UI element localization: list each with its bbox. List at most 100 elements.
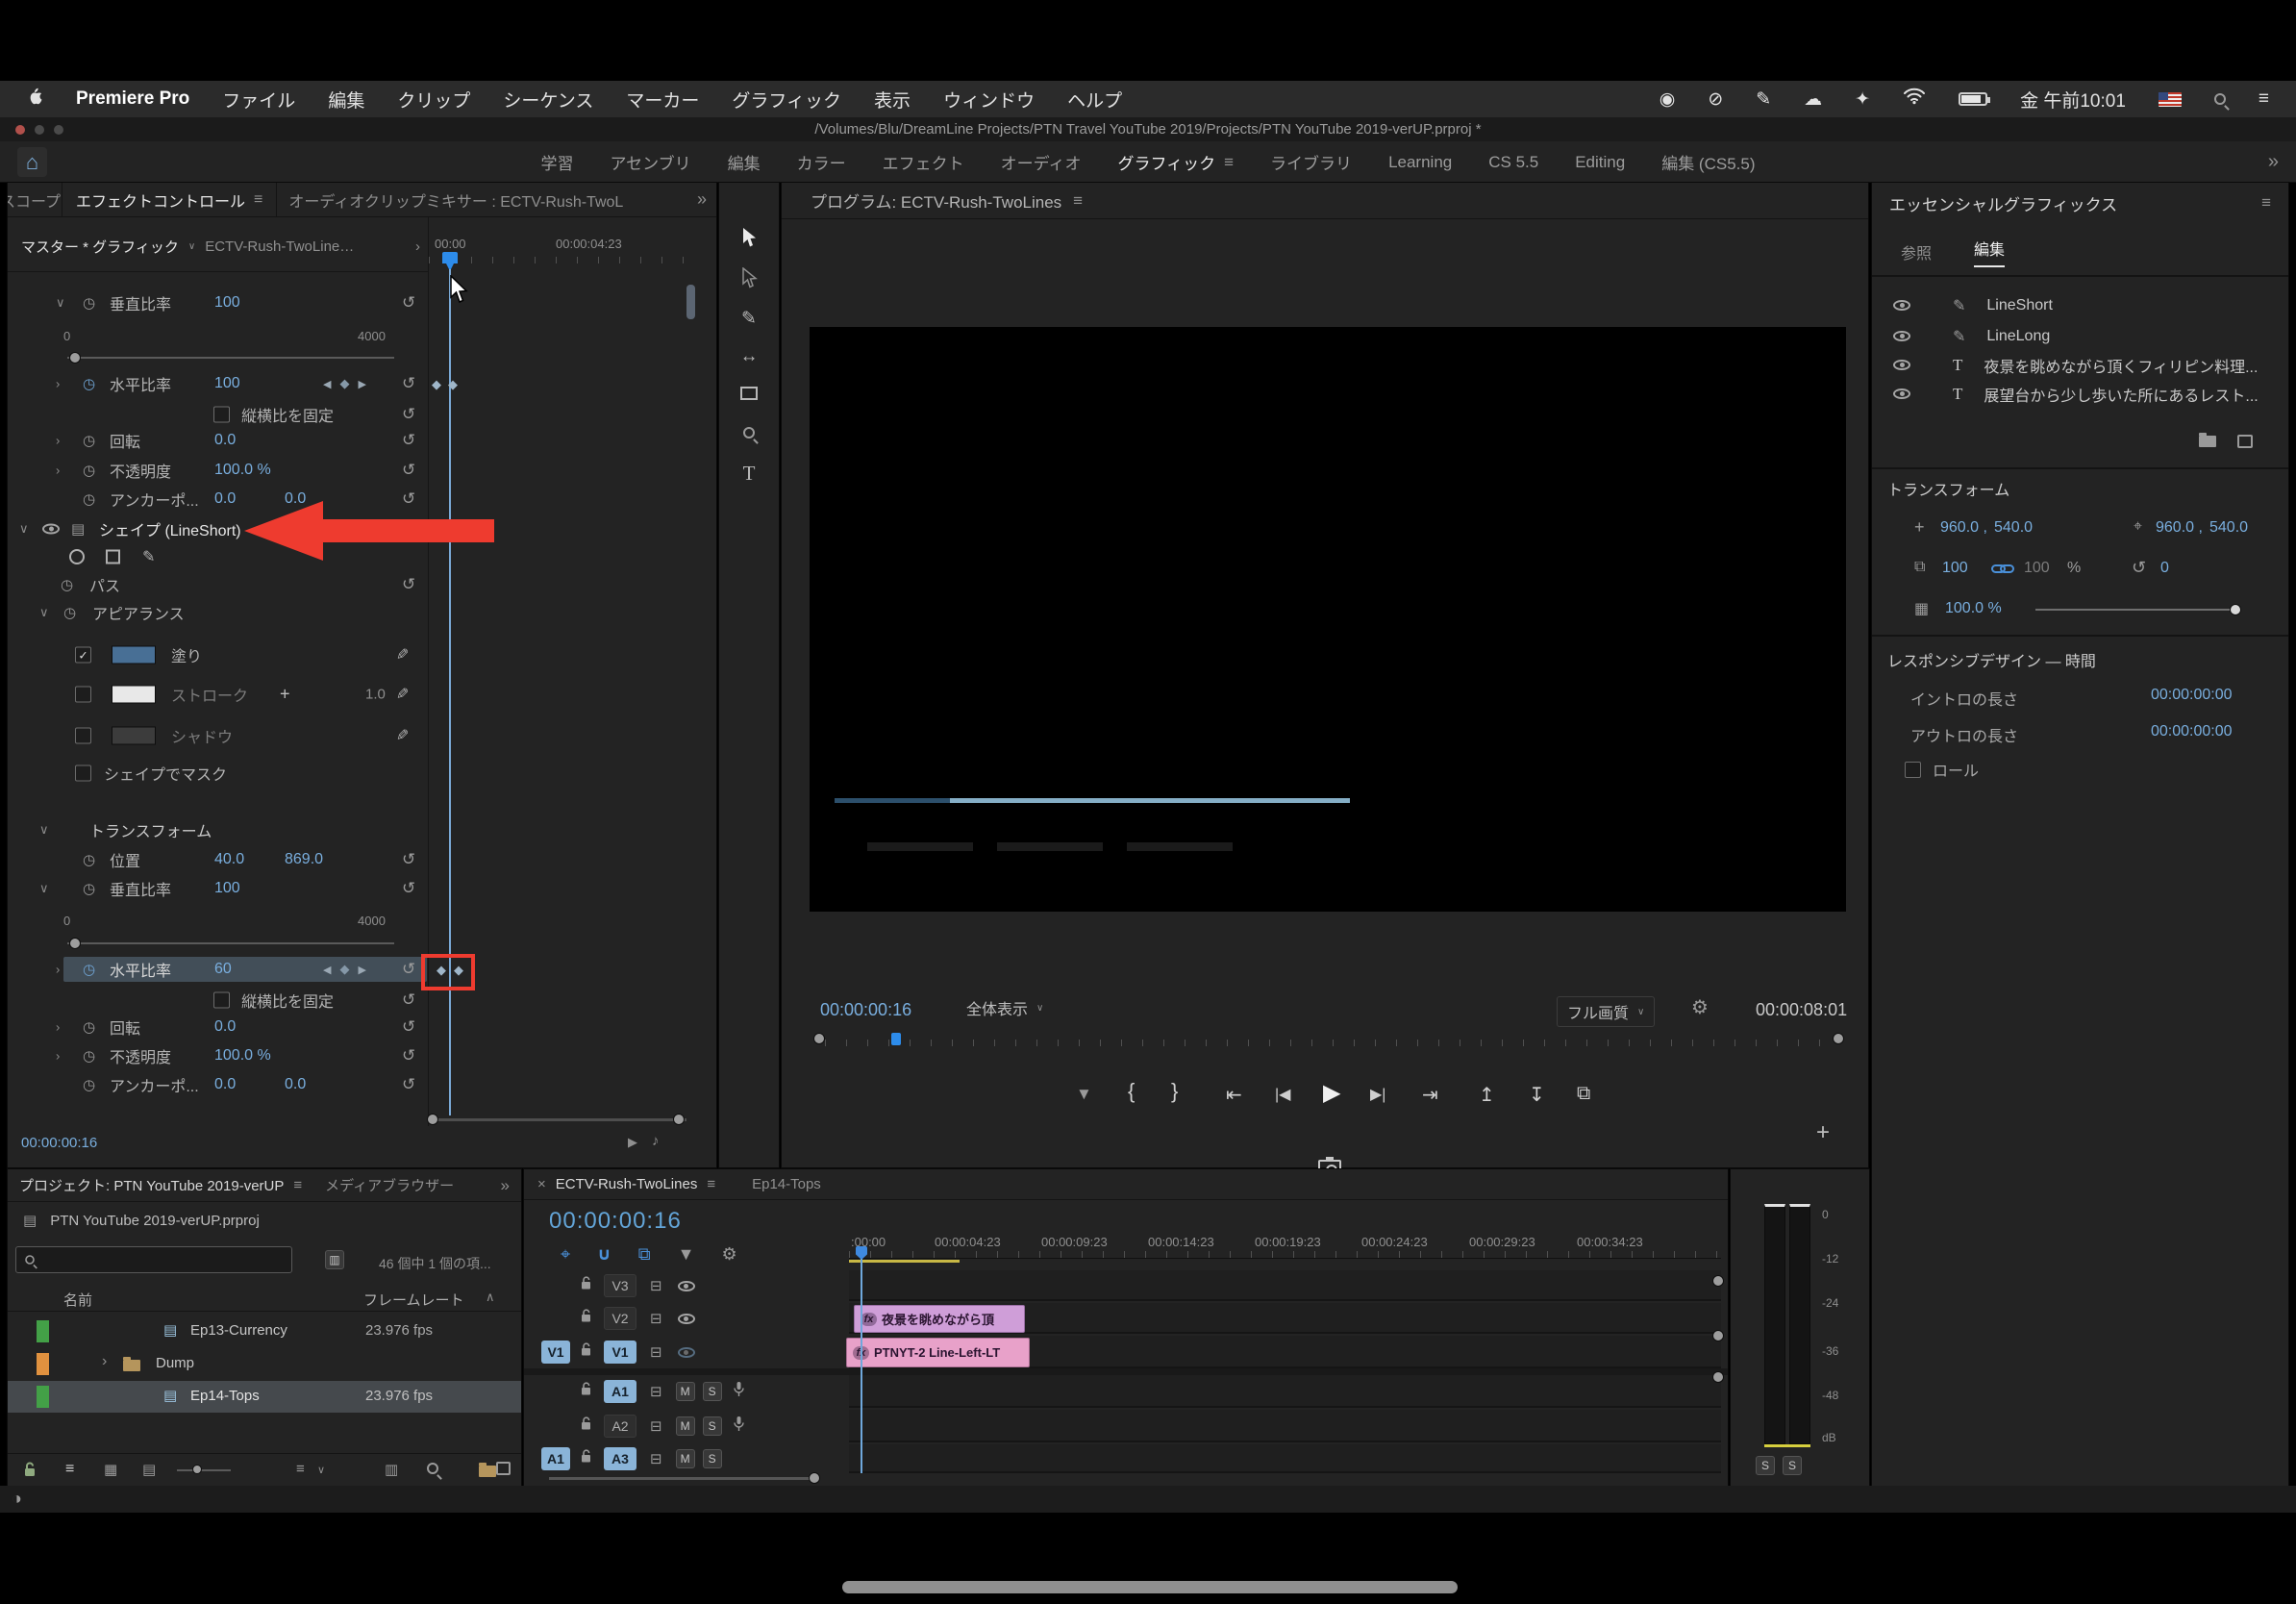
stopwatch-icon[interactable]: ◷ — [83, 880, 95, 897]
workspace-tab-learning-en[interactable]: Learning — [1388, 153, 1452, 172]
scale-slider-handle[interactable] — [69, 352, 81, 363]
twirl-icon[interactable]: › — [56, 963, 60, 977]
visibility-eye-icon[interactable] — [1893, 300, 1910, 311]
reset-icon[interactable]: ↺ — [402, 405, 415, 424]
direct-selection-tool[interactable] — [740, 267, 758, 294]
selection-tool[interactable] — [740, 227, 758, 254]
reset-icon[interactable]: ↺ — [402, 1075, 415, 1094]
track-row-a3[interactable]: A1 A3 ⊟ M S — [524, 1444, 1728, 1473]
pen-tool[interactable]: ✎ — [741, 308, 757, 330]
column-header-name[interactable]: 名前 — [63, 1290, 92, 1310]
track-badge-v3[interactable]: V3 — [604, 1274, 636, 1297]
link-scale-icon[interactable] — [1991, 563, 2014, 580]
project-search-input[interactable] — [15, 1246, 292, 1273]
voiceover-mic-icon[interactable] — [734, 1382, 744, 1402]
workspace-tab-libraries[interactable]: ライブラリ — [1270, 150, 1352, 174]
menu-file[interactable]: ファイル — [222, 87, 295, 113]
linked-selection-icon[interactable]: ⧉ — [638, 1244, 651, 1265]
scale-slider[interactable] — [67, 942, 394, 944]
track-settings-icon[interactable]: ⊟ — [650, 1277, 662, 1294]
project-file-name[interactable]: PTN YouTube 2019-verUP.prproj — [50, 1213, 260, 1229]
outro-length-value[interactable]: 00:00:00:00 — [2151, 723, 2233, 740]
reset-icon[interactable]: ↺ — [402, 1046, 415, 1065]
reset-icon[interactable]: ↺ — [402, 293, 415, 313]
stopwatch-icon[interactable]: ◷ — [83, 961, 95, 978]
track-row-v2[interactable]: V2 ⊟ — [524, 1303, 1728, 1334]
timeline-clip-v2[interactable]: fx 夜景を眺めながら頂 — [854, 1305, 1025, 1333]
twirl-icon[interactable]: ∨ — [39, 881, 49, 896]
source-patch-v1[interactable]: V1 — [541, 1341, 570, 1364]
track-lock-icon[interactable] — [580, 1309, 592, 1329]
twirl-icon[interactable]: › — [56, 464, 60, 478]
rectangle-tool[interactable] — [740, 385, 758, 406]
stopwatch-icon[interactable]: ◷ — [83, 1018, 95, 1036]
timeline-vscroll-handle[interactable] — [1712, 1371, 1724, 1383]
reset-icon[interactable]: ↺ — [402, 850, 415, 869]
panel-menu-icon[interactable]: ≡ — [1073, 191, 1083, 211]
creative-cloud-icon[interactable]: ☁ — [1804, 88, 1822, 111]
audio-note-icon[interactable]: ♪ — [652, 1133, 660, 1149]
tab-scopes-partial[interactable]: スコープ — [8, 188, 62, 212]
track-badge-a3[interactable]: A3 — [604, 1447, 636, 1470]
timeline-vscroll-handle[interactable] — [1712, 1275, 1724, 1287]
tab-edit[interactable]: 編集 — [1974, 237, 2005, 267]
rotation-value[interactable]: 0.0 — [214, 432, 236, 449]
add-marker-icon[interactable]: ▼ — [678, 1244, 695, 1265]
add-button[interactable]: + — [1816, 1119, 1830, 1146]
workspace-tab-editing-en[interactable]: Editing — [1575, 153, 1625, 172]
step-back-button[interactable]: |◀ — [1275, 1085, 1290, 1104]
group-row-transform[interactable]: ∨ トランスフォーム — [8, 816, 428, 843]
anchor-x-value[interactable]: 0.0 — [214, 1076, 236, 1093]
screen-record-icon[interactable]: ◉ — [1660, 88, 1676, 111]
workspace-tab-edit-cs55[interactable]: 編集 (CS5.5) — [1661, 150, 1755, 174]
keyframe-icon[interactable]: ◆ — [448, 377, 458, 392]
tab-sequence-2[interactable]: Ep14-Tops — [752, 1176, 821, 1192]
add-keyframe-icon[interactable]: ◆ — [339, 962, 349, 977]
stroke-color-swatch[interactable] — [112, 686, 156, 704]
sync-status-icon[interactable]: ◑ — [12, 1489, 22, 1509]
track-settings-icon[interactable]: ⊟ — [650, 1343, 662, 1361]
add-marker-button[interactable]: ▼ — [1076, 1085, 1092, 1104]
horizontal-scale-value[interactable]: 60 — [214, 961, 232, 978]
ec-vertical-scrollbar[interactable] — [686, 285, 695, 319]
freeform-view-icon[interactable]: ▤ — [142, 1461, 156, 1478]
fill-color-swatch[interactable] — [112, 646, 156, 664]
roll-checkbox[interactable] — [1905, 762, 1921, 778]
timeline-timecode[interactable]: 00:00:00:16 — [549, 1208, 682, 1235]
keyframe-icon[interactable]: ◆ — [432, 377, 441, 392]
reset-icon[interactable]: ↺ — [402, 461, 415, 480]
program-scrub-bar[interactable] — [825, 1033, 1834, 1046]
panel-menu-icon[interactable]: ≡ — [254, 191, 262, 209]
play-button[interactable]: ▶ — [1323, 1079, 1340, 1107]
label-color-swatch[interactable] — [37, 1320, 49, 1342]
timeline-vscroll-handle[interactable] — [1712, 1330, 1724, 1341]
position-x-value[interactable]: 40.0 — [214, 851, 244, 868]
track-output-eye-icon[interactable] — [678, 1281, 695, 1291]
new-bin-icon[interactable] — [479, 1466, 496, 1477]
layer-row-text-2[interactable]: T 展望台から少し歩いた所にあるレスト... — [1872, 379, 2288, 409]
track-badge-v1[interactable]: V1 — [604, 1341, 636, 1364]
snap-in-timeline-icon[interactable]: ⌖ — [561, 1244, 570, 1265]
timeline-hscroll-handle[interactable] — [809, 1472, 820, 1484]
ellipse-tool-icon[interactable] — [69, 549, 85, 564]
scrub-handle-left[interactable] — [813, 1033, 825, 1044]
reset-icon[interactable]: ↺ — [402, 879, 415, 898]
reset-icon[interactable]: ↺ — [402, 374, 415, 393]
ec-zoom-handle-right[interactable] — [673, 1114, 685, 1125]
voiceover-mic-icon[interactable] — [734, 1416, 744, 1437]
reset-icon[interactable]: ↺ — [402, 990, 415, 1010]
new-folder-icon[interactable] — [2199, 436, 2216, 447]
scale-slider-handle[interactable] — [69, 938, 81, 949]
extract-button[interactable]: ↧ — [1529, 1083, 1545, 1107]
find-icon[interactable] — [427, 1463, 438, 1474]
project-row-ep13[interactable]: ▤ Ep13-Currency 23.976 fps — [8, 1316, 521, 1347]
stopwatch-icon[interactable]: ◷ — [83, 490, 95, 508]
workspace-tab-assembly[interactable]: アセンブリ — [611, 150, 691, 174]
track-output-eye-icon[interactable] — [678, 1347, 695, 1358]
rotation-value[interactable]: 0 — [2160, 560, 2169, 577]
timeline-clip-v1[interactable]: fx PTNYT-2 Line-Left-LT — [846, 1338, 1030, 1367]
new-item-icon[interactable] — [496, 1462, 511, 1475]
track-settings-icon[interactable]: ⊟ — [650, 1310, 662, 1327]
scrub-handle-right[interactable] — [1833, 1033, 1844, 1044]
control-center-icon[interactable]: ≡ — [2259, 88, 2269, 110]
